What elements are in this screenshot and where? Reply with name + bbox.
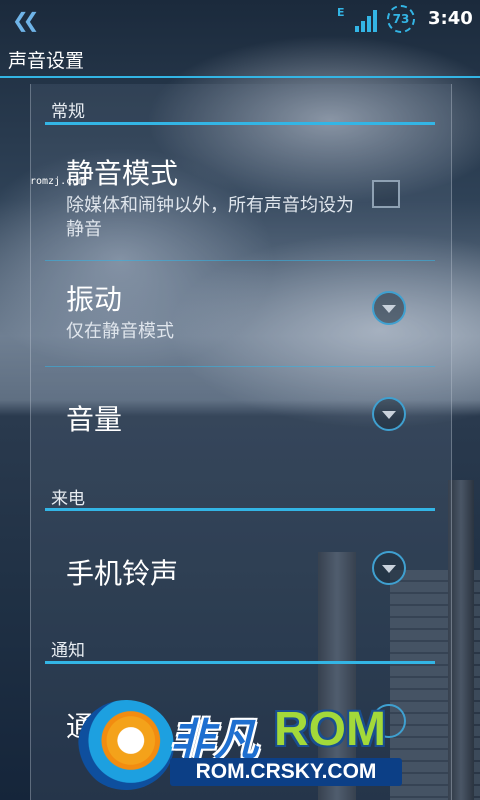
pref-summary: 仅在静音模式 [66,321,174,342]
title-divider [0,76,480,78]
crsky-rom-logo: 非凡 ROM ROM.CRSKY.COM [78,694,408,794]
chevron-down-icon[interactable] [372,397,406,431]
battery-icon: 73 [387,5,415,33]
page-title: 声音设置 [8,50,85,72]
status-bar: ❮❮ E 73 3:40 [0,0,480,38]
signal-strength-icon [355,10,379,32]
category-incoming-call: 来电 [51,489,85,509]
pref-title: 音量 [66,403,123,436]
logo-url: ROM.CRSKY.COM [170,758,402,786]
pref-divider [45,366,435,367]
silent-mode-checkbox[interactable] [372,180,400,208]
back-arrows-icon[interactable]: ❮❮ [12,8,39,32]
chevron-down-icon[interactable] [372,291,406,325]
category-general: 常规 [51,102,85,122]
logo-text-rom: ROM [274,703,386,756]
category-divider [45,508,435,511]
pref-divider [45,260,435,261]
site-watermark: romzj.com [30,176,85,187]
category-notification: 通知 [51,641,85,661]
category-divider [45,122,435,125]
logo-swirl-icon [78,700,174,790]
category-divider [45,661,435,664]
pref-title: 手机铃声 [66,557,179,590]
pref-summary: 除媒体和闹钟以外，所有声音均设为静音 [66,195,354,240]
network-type: E [337,6,345,19]
clock: 3:40 [428,8,473,29]
pref-title: 振动 [66,283,123,316]
chevron-down-icon[interactable] [372,551,406,585]
